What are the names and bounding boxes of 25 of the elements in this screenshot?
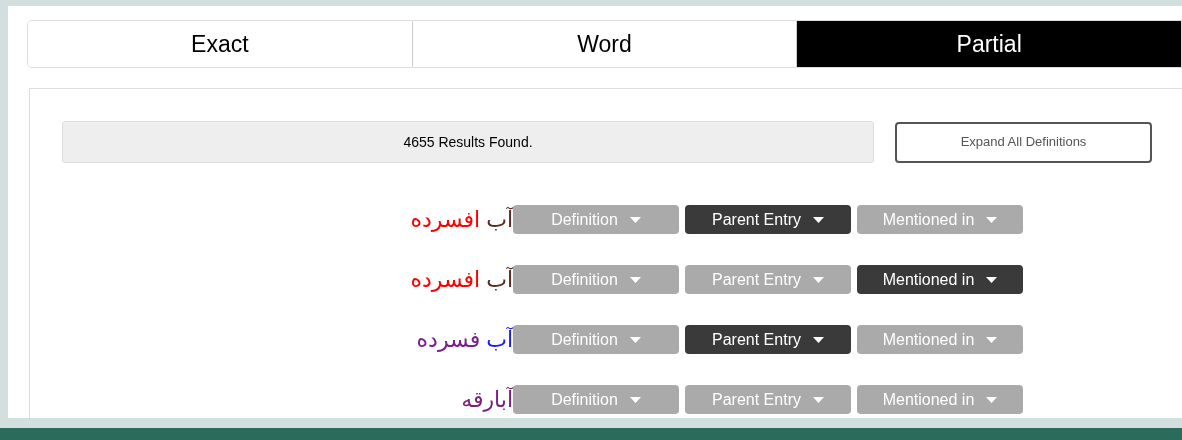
persian-word[interactable]: فسرده xyxy=(416,325,481,354)
dropdown-button[interactable]: Mentioned in xyxy=(857,265,1023,294)
results-count: 4655 Results Found. xyxy=(62,121,874,163)
caret-icon xyxy=(986,216,998,223)
persian-word[interactable]: آب xyxy=(486,325,513,354)
caret-icon xyxy=(812,336,824,343)
expand-all-button[interactable]: Expand All Definitions xyxy=(895,121,1152,163)
caret-icon xyxy=(986,336,998,343)
caret-icon xyxy=(812,396,824,403)
caret-icon xyxy=(629,396,641,403)
caret-icon xyxy=(812,216,824,223)
caret-icon xyxy=(629,276,641,283)
caret-icon xyxy=(986,396,998,403)
persian-word[interactable]: آبارقه xyxy=(461,385,513,414)
persian-word[interactable]: افسرده xyxy=(410,205,481,234)
caret-icon xyxy=(986,276,998,283)
persian-word[interactable]: آب xyxy=(486,205,513,234)
persian-word[interactable]: آب xyxy=(486,265,513,294)
persian-word[interactable]: افسرده xyxy=(410,265,481,294)
caret-icon xyxy=(629,336,641,343)
caret-icon xyxy=(812,276,824,283)
dropdown-button[interactable]: Parent Entry xyxy=(685,325,851,354)
dropdown-button[interactable]: Parent Entry xyxy=(685,205,851,234)
search-mode-tab[interactable]: Partial xyxy=(796,21,1181,67)
caret-icon xyxy=(629,216,641,223)
